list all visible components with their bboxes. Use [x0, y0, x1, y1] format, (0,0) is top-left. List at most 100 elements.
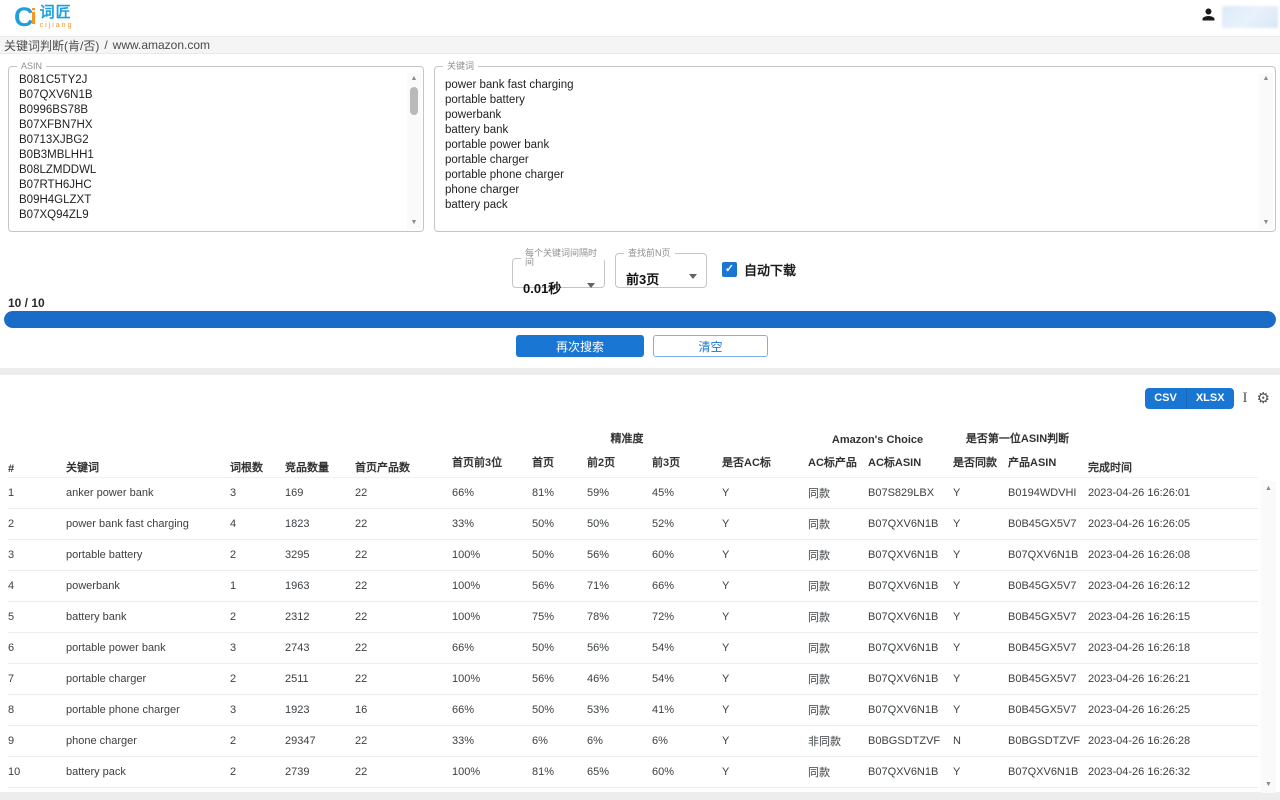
pages-select[interactable]: 查找前N页 前3页 — [615, 249, 707, 288]
table-cell: 22 — [355, 508, 452, 539]
table-cell: 50% — [532, 632, 587, 663]
table-cell: Y — [953, 570, 1008, 601]
gear-icon[interactable]: ⚙ — [1257, 388, 1270, 409]
keyword-link[interactable]: portable power bank — [66, 632, 230, 663]
table-cell: 2023-04-26 16:26:01 — [1088, 477, 1258, 508]
col-header-same-model: 是否同款 — [953, 448, 1008, 477]
table-cell: 同款 — [808, 539, 868, 570]
app-logo[interactable]: C i 词匠 cijiang — [14, 3, 73, 31]
keywords-listbox[interactable]: 关键词 power bank fast chargingportable bat… — [434, 62, 1276, 232]
table-cell: 50% — [532, 539, 587, 570]
interval-select[interactable]: 每个关键词间隔时间 0.01秒 — [512, 249, 605, 288]
clear-button[interactable]: 清空 — [653, 335, 768, 357]
asin-item: B09H4GLZXT — [19, 193, 402, 208]
asin-item: B08LZMDDWL — [19, 163, 402, 178]
table-scrollbar[interactable]: ▲ ▼ — [1261, 481, 1276, 793]
scroll-thumb[interactable] — [410, 87, 418, 115]
col-group-accuracy: 精准度 — [452, 420, 808, 448]
checkbox-checked-icon[interactable]: ✓ — [722, 262, 737, 277]
table-cell: B07QXV6N1B — [1008, 539, 1088, 570]
table-cell: 66% — [452, 632, 532, 663]
asin-item: B07XFBN7HX — [19, 118, 402, 133]
col-group-amazons-choice: Amazon's Choice — [808, 420, 953, 448]
asin-scrollbar[interactable]: ▲ ▼ — [407, 73, 421, 229]
table-cell: 60% — [652, 756, 722, 787]
table-cell: 3 — [230, 477, 285, 508]
scroll-down-icon[interactable]: ▼ — [1261, 779, 1276, 791]
col-header-first2-pages: 前2页 — [587, 448, 652, 477]
keyword-link[interactable]: battery bank — [66, 601, 230, 632]
col-header-ac-asin: AC标ASIN — [868, 448, 953, 477]
export-xlsx-button[interactable]: XLSX — [1186, 388, 1234, 409]
table-cell: Y — [722, 663, 808, 694]
table-cell: Y — [953, 477, 1008, 508]
keyword-link[interactable]: battery pack — [66, 756, 230, 787]
table-cell: 10 — [8, 756, 66, 787]
keyword-link[interactable]: power bank fast charging — [66, 508, 230, 539]
table-cell: 同款 — [808, 477, 868, 508]
table-cell: 3 — [230, 632, 285, 663]
breadcrumb-site[interactable]: www.amazon.com — [113, 38, 210, 52]
table-cell: B07QXV6N1B — [868, 539, 953, 570]
keyword-link[interactable]: powerbank — [66, 570, 230, 601]
table-cell: 50% — [532, 508, 587, 539]
table-cell: 53% — [587, 694, 652, 725]
keyword-item: battery pack — [445, 198, 1254, 213]
breadcrumb: 关键词判断(肯/否) / www.amazon.com — [0, 36, 1280, 54]
asin-item: B0B3MBLHH1 — [19, 148, 402, 163]
export-csv-button[interactable]: CSV — [1145, 388, 1186, 409]
table-cell: B07QXV6N1B — [868, 756, 953, 787]
table-cell: 2023-04-26 16:26:21 — [1088, 663, 1258, 694]
table-cell: 6% — [587, 725, 652, 756]
scroll-up-icon[interactable]: ▲ — [1259, 73, 1273, 85]
table-cell: 100% — [452, 663, 532, 694]
table-cell: 16 — [355, 694, 452, 725]
asin-item: B07XQ94ZL9 — [19, 208, 402, 223]
asin-list[interactable]: B081C5TY2JB07QXV6N1BB0996BS78BB07XFBN7HX… — [9, 71, 406, 231]
user-menu[interactable] — [1201, 6, 1278, 28]
table-cell: B0B45GX5V7 — [1008, 601, 1088, 632]
table-cell: 2 — [8, 508, 66, 539]
keywords-scrollbar[interactable]: ▲ ▼ — [1259, 73, 1273, 229]
table-cell: 66% — [452, 477, 532, 508]
table-cell: B0194WDVHI — [1008, 477, 1088, 508]
keyword-link[interactable]: portable phone charger — [66, 694, 230, 725]
table-cell: 72% — [652, 601, 722, 632]
col-header-is-ac: 是否AC标 — [722, 448, 808, 477]
table-cell: Y — [722, 477, 808, 508]
table-cell: 2 — [230, 756, 285, 787]
keywords-list[interactable]: power bank fast chargingportable battery… — [435, 71, 1258, 231]
table-row: 2power bank fast charging418232233%50%50… — [8, 508, 1258, 539]
top-bar: C i 词匠 cijiang — [0, 0, 1280, 36]
table-cell: 9 — [8, 725, 66, 756]
table-cell: 2023-04-26 16:26:25 — [1088, 694, 1258, 725]
table-cell: 3295 — [285, 539, 355, 570]
table-row: 5battery bank2231222100%75%78%72%Y同款B07Q… — [8, 601, 1258, 632]
keyword-link[interactable]: portable battery — [66, 539, 230, 570]
keyword-link[interactable]: portable charger — [66, 663, 230, 694]
table-cell: 81% — [532, 756, 587, 787]
table-cell: Y — [722, 694, 808, 725]
auto-download-checkbox[interactable]: ✓ 自动下载 — [722, 260, 796, 279]
keyword-link[interactable]: phone charger — [66, 725, 230, 756]
scroll-down-icon[interactable]: ▼ — [407, 217, 421, 229]
table-cell: 100% — [452, 539, 532, 570]
col-header-ac-product: AC标产品 — [808, 448, 868, 477]
table-cell: 2023-04-26 16:26:08 — [1088, 539, 1258, 570]
scroll-up-icon[interactable]: ▲ — [1261, 483, 1276, 495]
asin-listbox[interactable]: ASIN B081C5TY2JB07QXV6N1BB0996BS78BB07XF… — [8, 62, 424, 232]
pages-label: 查找前N页 — [624, 249, 675, 258]
search-again-button[interactable]: 再次搜索 — [516, 335, 644, 357]
text-cursor-icon[interactable]: I — [1243, 388, 1248, 409]
keyword-link[interactable]: anker power bank — [66, 477, 230, 508]
keyword-item: powerbank — [445, 108, 1254, 123]
scroll-down-icon[interactable]: ▼ — [1259, 217, 1273, 229]
search-form: ASIN B081C5TY2JB07QXV6N1BB0996BS78BB07XF… — [0, 54, 1280, 368]
results-panel: CSV XLSX I ⚙ # 关键词 词根数 竞品数量 首页产品数 精准度 Am… — [0, 375, 1280, 792]
table-cell: B0B45GX5V7 — [1008, 663, 1088, 694]
table-cell: 2023-04-26 16:26:18 — [1088, 632, 1258, 663]
keyword-item: power bank fast charging — [445, 78, 1254, 93]
breadcrumb-section[interactable]: 关键词判断(肯/否) — [4, 37, 99, 54]
table-cell: 54% — [652, 663, 722, 694]
scroll-up-icon[interactable]: ▲ — [407, 73, 421, 85]
